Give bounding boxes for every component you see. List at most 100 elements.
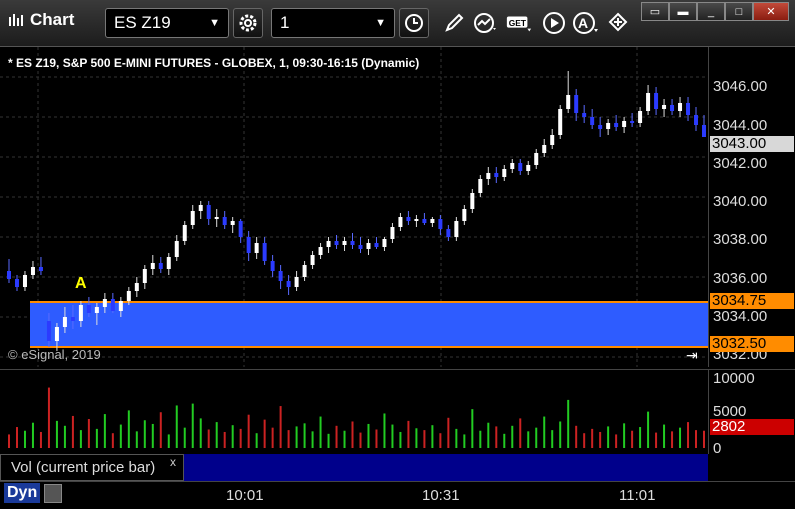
gear-icon [239,14,257,32]
app-title: Chart [8,10,74,30]
minimize-button[interactable]: _ [697,2,725,21]
volume-tick: 10000 [713,370,755,387]
copyright: © eSignal, 2019 [8,347,101,362]
candle-body [558,109,563,135]
scroll-to-end-icon[interactable]: ⇥ [686,347,698,364]
maximize-button[interactable]: □ [725,2,753,21]
candle-body [94,307,99,313]
candle-body [550,135,555,145]
play-icon [543,12,565,34]
candle-body [430,219,435,223]
candle-body [526,165,531,171]
current-volume-box: 2802 [710,419,794,435]
price-tick: 3036.00 [713,270,768,287]
candle-body [222,217,227,225]
symbol-settings-button[interactable] [233,8,263,38]
lock-icon[interactable] [44,484,62,503]
candle-body [622,121,627,127]
link-button[interactable] [604,8,632,38]
draw-tools-button[interactable] [440,8,468,38]
chevron-down-icon[interactable]: ▼ [375,17,386,29]
candle-body [310,255,315,265]
candle-body [374,243,379,247]
candle-body [470,193,475,209]
price-zone [30,302,708,347]
replay-button[interactable] [540,8,568,38]
current-price-box: 3043.00 [710,136,794,152]
candle-body [30,267,35,275]
candle-body [262,243,267,261]
annotation-marker[interactable]: A [75,275,87,293]
candle-body [398,217,403,227]
volume-tick: 0 [713,440,722,457]
get-data-button[interactable]: GET [505,8,533,38]
price-pane[interactable]: * ES Z19, S&P 500 E-MINI FUTURES - GLOBE… [0,47,708,367]
pin-button[interactable]: ▭ [641,2,669,21]
candle-body [134,283,139,291]
interval-select[interactable]: 1 ▼ [271,8,395,38]
price-axis[interactable]: 3046.00 3044.00 3042.00 3040.00 3038.00 … [708,47,795,367]
volume-axis[interactable]: 10000 5000 0 2802 [708,369,795,457]
candle-body [462,209,467,221]
pencil-icon [445,13,464,32]
candle-body [38,267,43,271]
candle-body [254,243,259,253]
candle-body [590,117,595,125]
candle-body [486,173,491,179]
candle-body [662,105,667,109]
svg-text:GET: GET [509,18,527,28]
candle-body [494,173,499,177]
window-title: Chart [30,10,75,29]
chevron-down-icon[interactable]: ▼ [209,17,220,29]
studies-button[interactable] [472,8,500,38]
close-icon[interactable]: x [170,455,176,469]
symbol-value: ES Z19 [114,13,171,32]
candle-body [694,115,699,125]
candle-body [7,271,11,279]
candle-body [54,327,59,341]
chart-header: * ES Z19, S&P 500 E-MINI FUTURES - GLOBE… [8,56,420,70]
candle-body [318,247,323,255]
candle-body [358,245,363,249]
candle-body [126,291,131,301]
maximize-icon: □ [735,5,743,18]
restore-button[interactable]: ▬ [669,2,697,21]
close-icon: ✕ [766,6,776,18]
candle-body [702,125,706,137]
candle-body [158,263,163,269]
candle-body [174,241,179,257]
interval-settings-button[interactable] [399,8,429,38]
time-tick: 11:01 [619,487,656,504]
candle-body [678,103,683,111]
price-tick: 3040.00 [713,193,768,210]
candle-body [366,243,371,249]
symbol-select[interactable]: ES Z19 ▼ [105,8,229,38]
candle-body [566,95,571,109]
study-label[interactable]: Vol (current price bar) [0,454,184,481]
candle-body [246,237,251,253]
close-button[interactable]: ✕ [753,2,789,21]
candle-body [142,269,147,283]
candle-body [70,317,75,321]
candle-body [230,221,235,225]
clock-icon [405,14,423,32]
candle-body [190,211,195,225]
dynamic-mode-button[interactable]: Dyn [4,483,41,503]
candle-body [406,217,411,221]
minimize-icon: _ [707,5,715,18]
time-axis[interactable]: 10:01 10:31 11:01 [0,481,795,509]
svg-text:A: A [578,15,588,31]
candle-body [118,301,123,311]
price-tick: 3042.00 [713,155,768,172]
alerts-button[interactable]: A [572,8,600,38]
candle-body [294,277,299,287]
price-tick: 3044.00 [713,117,768,134]
zone-low-box[interactable]: 3032.50 [710,336,794,352]
chart-line-icon [474,13,496,33]
zone-high-box[interactable]: 3034.75 [710,293,794,309]
candle-body [454,221,459,237]
volume-pane[interactable] [0,369,708,454]
price-tick: 3034.00 [713,308,768,325]
candle-body [414,219,419,221]
restore-icon: ▬ [677,5,689,18]
